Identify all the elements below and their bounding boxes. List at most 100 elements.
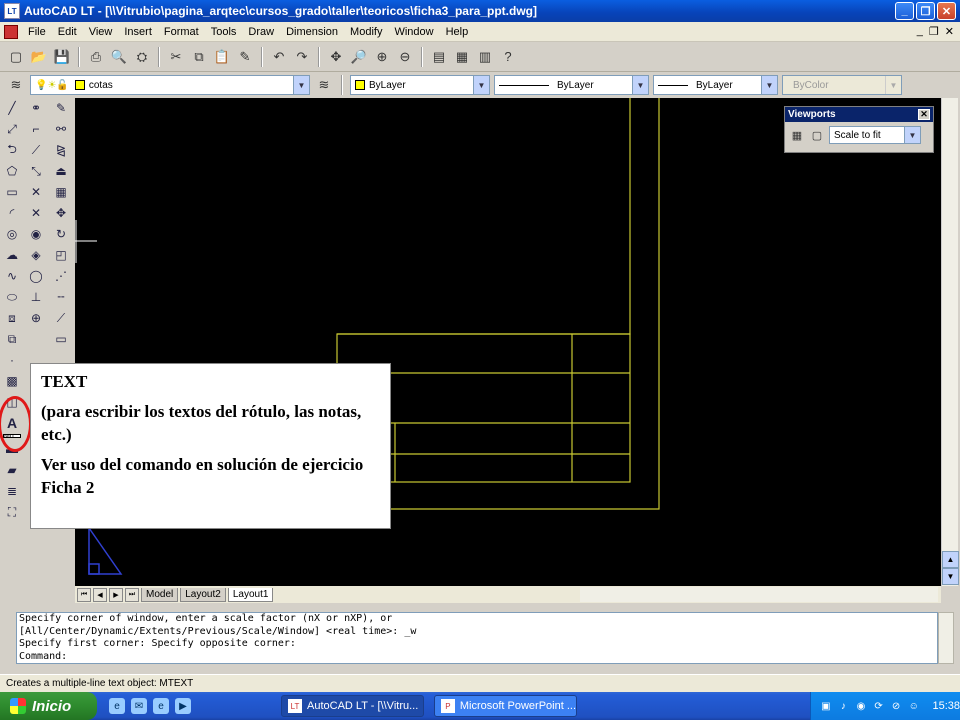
measure-icon[interactable]: ⛶ bbox=[1, 502, 23, 522]
internet-explorer-icon[interactable]: e bbox=[109, 698, 125, 714]
menu-tools[interactable]: Tools bbox=[205, 26, 243, 38]
erase-icon[interactable]: ⚭ bbox=[25, 98, 47, 118]
tab-layout1[interactable]: Layout1 bbox=[227, 587, 274, 602]
viewport-scale-dropdown[interactable]: Scale to fit ▼ bbox=[829, 126, 921, 144]
match-properties-icon[interactable]: ✎ bbox=[235, 47, 255, 67]
tool-palettes-icon[interactable]: ▥ bbox=[475, 47, 495, 67]
menu-edit[interactable]: Edit bbox=[52, 26, 83, 38]
insert-block-icon[interactable]: ⧈ bbox=[1, 308, 23, 328]
polyline-icon[interactable]: ⮌ bbox=[1, 140, 23, 160]
linetype-dropdown[interactable]: ByLayer ▼ bbox=[494, 75, 649, 95]
save-icon[interactable]: 💾 bbox=[52, 47, 72, 67]
menu-draw[interactable]: Draw bbox=[242, 26, 280, 38]
menu-window[interactable]: Window bbox=[388, 26, 439, 38]
tray-network-icon[interactable]: ▣ bbox=[819, 699, 833, 713]
command-prompt[interactable]: Command: bbox=[19, 651, 937, 664]
tray-update-icon[interactable]: ⟳ bbox=[872, 699, 886, 713]
perpendicular-icon[interactable]: ⊥ bbox=[25, 287, 47, 307]
circle-tan-icon[interactable]: ◯ bbox=[25, 266, 47, 286]
arc-icon[interactable]: ◜ bbox=[1, 203, 23, 223]
menu-format[interactable]: Format bbox=[158, 26, 205, 38]
revision-cloud-icon[interactable]: ☁ bbox=[1, 245, 23, 265]
tab-layout2[interactable]: Layout2 bbox=[180, 587, 226, 602]
ellipse-icon[interactable]: ⬭ bbox=[1, 287, 23, 307]
break-icon[interactable]: ◉ bbox=[25, 224, 47, 244]
chevron-down-icon[interactable]: ▼ bbox=[632, 76, 648, 94]
prev-tab-icon[interactable]: ◀ bbox=[93, 587, 107, 602]
lineweight-dropdown[interactable]: ByLayer ▼ bbox=[653, 75, 778, 95]
chain-icon[interactable]: ⚯ bbox=[50, 119, 72, 139]
menu-help[interactable]: Help bbox=[440, 26, 475, 38]
chevron-down-icon[interactable]: ▼ bbox=[473, 76, 489, 94]
last-tab-icon[interactable]: ⏭ bbox=[125, 587, 139, 602]
autocad-app-icon[interactable]: LT bbox=[4, 3, 20, 19]
move-icon[interactable]: ✥ bbox=[50, 203, 72, 223]
layer-manager-icon[interactable]: ≋ bbox=[6, 75, 26, 95]
close-icon[interactable]: ✕ bbox=[918, 109, 930, 120]
copy-object-icon[interactable]: ⌐ bbox=[25, 119, 47, 139]
construction-line-icon[interactable]: ⤢ bbox=[1, 119, 23, 139]
menu-insert[interactable]: Insert bbox=[118, 26, 158, 38]
sheet-icon[interactable]: ▰ bbox=[1, 460, 23, 480]
layer-dropdown[interactable]: 💡☀🔓 cotas ▼ bbox=[30, 75, 310, 95]
color-dropdown[interactable]: ByLayer ▼ bbox=[350, 75, 490, 95]
scroll-down-icon[interactable]: ▼ bbox=[942, 568, 959, 585]
first-tab-icon[interactable]: ⏮ bbox=[77, 587, 91, 602]
start-button[interactable]: Inicio bbox=[0, 692, 97, 720]
line-icon[interactable]: ╱ bbox=[1, 98, 23, 118]
array-icon[interactable]: ▦ bbox=[50, 182, 72, 202]
restore-button[interactable]: ❐ bbox=[916, 2, 935, 20]
mirror-icon[interactable]: ⟋ bbox=[25, 140, 47, 160]
center-icon[interactable]: ◈ bbox=[25, 245, 47, 265]
doc-close-icon[interactable]: ✕ bbox=[945, 25, 954, 38]
command-scrollbar[interactable] bbox=[938, 612, 954, 664]
print-preview-icon[interactable]: 🔍 bbox=[109, 47, 129, 67]
doc-restore-icon[interactable]: ❐ bbox=[929, 25, 939, 38]
menu-file[interactable]: File bbox=[22, 26, 52, 38]
media-player-icon[interactable]: ▶ bbox=[175, 698, 191, 714]
menu-view[interactable]: View bbox=[83, 26, 119, 38]
rotate-icon[interactable]: ↻ bbox=[50, 224, 72, 244]
print-icon[interactable]: ⎙ bbox=[86, 47, 106, 67]
paste-icon[interactable]: 📋 bbox=[212, 47, 232, 67]
lengthen-icon[interactable]: ⋰ bbox=[50, 266, 72, 286]
cut-icon[interactable]: ✂ bbox=[166, 47, 186, 67]
open-icon[interactable]: 📂 bbox=[29, 47, 49, 67]
pencil-icon[interactable]: ✎ bbox=[50, 98, 72, 118]
design-center-icon[interactable]: ▦ bbox=[452, 47, 472, 67]
document-icon[interactable] bbox=[4, 24, 18, 39]
rect-icon[interactable]: ▭ bbox=[50, 329, 72, 349]
layer-previous-icon[interactable]: ≋ bbox=[314, 75, 334, 95]
chevron-down-icon[interactable]: ▼ bbox=[293, 76, 309, 94]
mirror-2-icon[interactable]: ⧎ bbox=[50, 140, 72, 160]
chevron-down-icon[interactable]: ▼ bbox=[904, 127, 920, 143]
zoom-previous-icon[interactable]: ⊖ bbox=[395, 47, 415, 67]
tab-model[interactable]: Model bbox=[141, 587, 179, 602]
copy-icon[interactable]: ⧉ bbox=[189, 47, 209, 67]
close-button[interactable]: ✕ bbox=[937, 2, 956, 20]
scale-icon[interactable]: ◰ bbox=[50, 245, 72, 265]
viewports-dialog-icon[interactable]: ▦ bbox=[789, 127, 805, 143]
dashed-line-icon[interactable]: ╌ bbox=[50, 287, 72, 307]
circle-icon[interactable]: ◎ bbox=[1, 224, 23, 244]
tray-volume-icon[interactable]: ♪ bbox=[837, 699, 851, 713]
slash-line-icon[interactable]: ⟋ bbox=[50, 308, 72, 328]
task-powerpoint[interactable]: P Microsoft PowerPoint ... bbox=[434, 695, 577, 717]
extend-icon[interactable]: ✕ bbox=[25, 203, 47, 223]
hatch-icon[interactable]: ▩ bbox=[1, 371, 23, 391]
rectangle-icon[interactable]: ▭ bbox=[1, 182, 23, 202]
help-icon[interactable]: ? bbox=[498, 47, 518, 67]
tray-security-icon[interactable]: ⊘ bbox=[889, 699, 903, 713]
menu-dimension[interactable]: Dimension bbox=[280, 26, 344, 38]
trim-icon[interactable]: ✕ bbox=[25, 182, 47, 202]
tray-messenger-icon[interactable]: ☺ bbox=[907, 699, 921, 713]
task-autocad[interactable]: LT AutoCAD LT - [\\Vitru... bbox=[281, 695, 424, 717]
outlook-icon[interactable]: ✉ bbox=[131, 698, 147, 714]
offset-icon[interactable]: ⤡ bbox=[25, 161, 47, 181]
horizontal-scrollbar[interactable] bbox=[580, 587, 938, 602]
command-history[interactable]: Specify corner of window, enter a scale … bbox=[16, 612, 938, 664]
browser-icon[interactable]: e bbox=[153, 698, 169, 714]
redo-icon[interactable]: ↷ bbox=[292, 47, 312, 67]
undo-icon[interactable]: ↶ bbox=[269, 47, 289, 67]
make-block-icon[interactable]: ⧉ bbox=[1, 329, 23, 349]
